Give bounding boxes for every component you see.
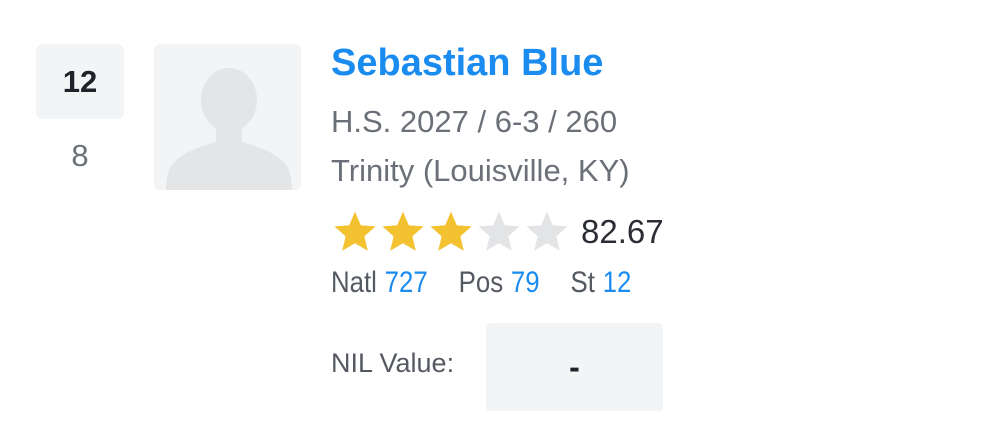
state-rank: St 12 — [571, 266, 632, 300]
national-rank: Natl 727 — [331, 266, 428, 300]
player-class-height-weight: H.S. 2027 / 6-3 / 260 — [331, 104, 618, 139]
state-rank-label: St — [570, 266, 595, 299]
position-rank: Pos 79 — [459, 266, 540, 300]
person-silhouette-icon — [166, 68, 292, 190]
player-name-link[interactable]: Sebastian Blue — [331, 42, 603, 85]
star-filled-icon — [430, 211, 472, 251]
national-rank-label: Natl — [331, 266, 377, 299]
player-school: Trinity (Louisville, KY) — [331, 153, 630, 188]
nil-value: - — [569, 348, 580, 385]
position-rank-label: Pos — [458, 266, 504, 299]
state-rank-value[interactable]: 12 — [603, 266, 632, 300]
rating-row: 82.67 — [331, 207, 664, 257]
nil-value-label: NIL Value: — [331, 348, 455, 378]
previous-rank: 8 — [71, 138, 89, 173]
rankings-row: Natl 727 Pos 79 St 12 — [331, 266, 662, 300]
position-rank-value[interactable]: 79 — [511, 266, 540, 300]
star-filled-icon — [382, 211, 424, 251]
nil-value-box: - — [486, 323, 663, 411]
current-rank-value: 12 — [62, 63, 98, 99]
rating-score: 82.67 — [581, 213, 664, 250]
star-empty-icon — [478, 211, 520, 251]
current-rank-badge: 12 — [36, 44, 124, 119]
player-avatar[interactable] — [154, 44, 301, 190]
star-rating — [331, 208, 571, 256]
star-empty-icon — [526, 211, 568, 251]
national-rank-value[interactable]: 727 — [385, 266, 428, 300]
star-filled-icon — [334, 211, 376, 251]
